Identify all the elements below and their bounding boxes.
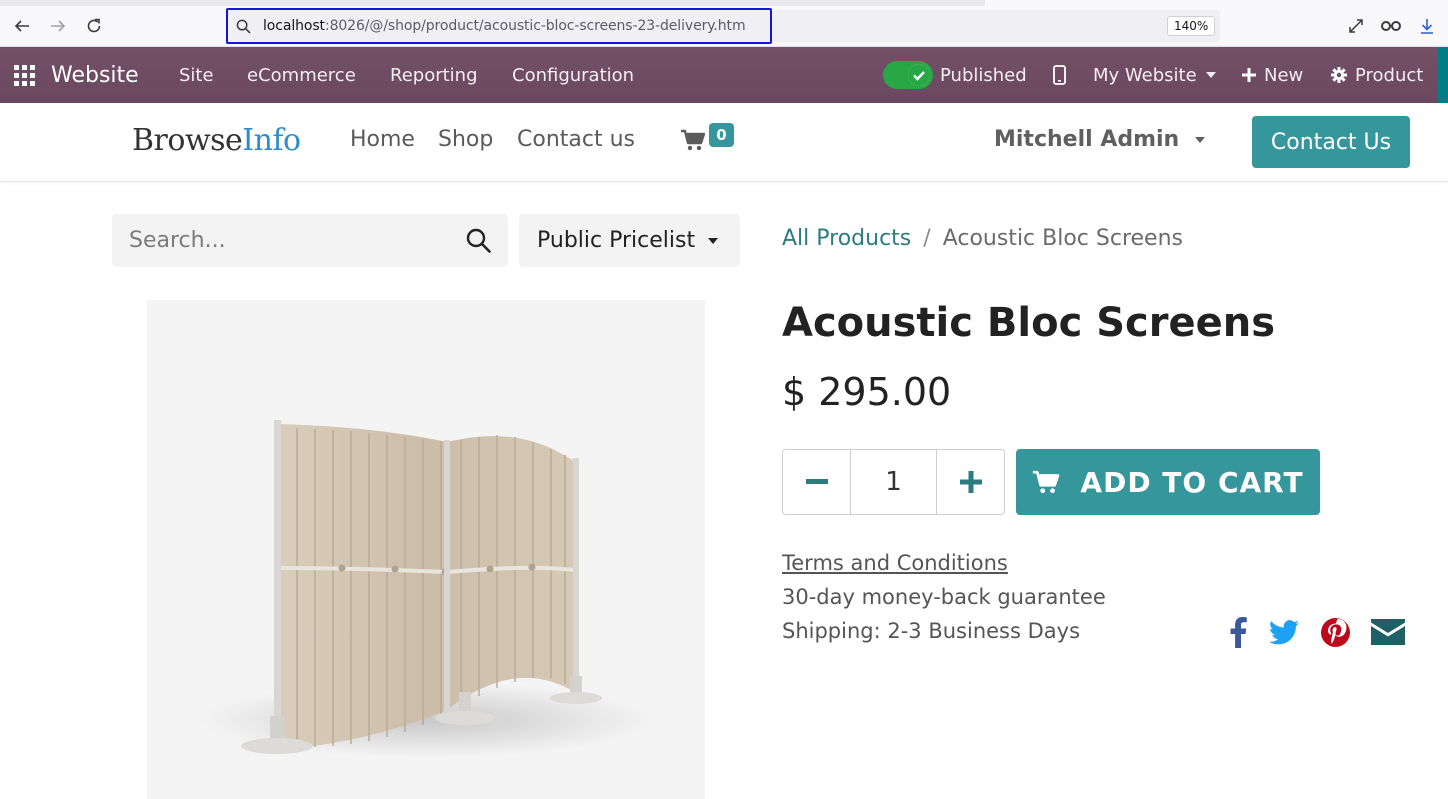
check-circle-icon: [908, 64, 930, 86]
menu-link-home[interactable]: Home: [350, 127, 415, 152]
back-arrow-icon[interactable]: [11, 15, 33, 37]
breadcrumb-separator: /: [923, 226, 931, 251]
terms-link[interactable]: Terms and Conditions: [782, 551, 1008, 575]
url-host: localhost: [263, 18, 325, 34]
url-text: localhost:8026/@/shop/product/acoustic-b…: [263, 18, 746, 34]
plus-icon: [959, 471, 982, 493]
forward-arrow-icon[interactable]: [47, 15, 69, 37]
logo-part-browse: Browse: [132, 123, 243, 158]
caret-down-icon: [708, 237, 719, 244]
browser-toolbar: localhost:8026/@/shop/product/acoustic-b…: [0, 0, 1448, 47]
nav-menu-reporting[interactable]: Reporting: [390, 47, 478, 103]
apps-menu-icon[interactable]: [14, 65, 35, 86]
quantity-input[interactable]: [851, 450, 936, 514]
shopping-cart-icon[interactable]: [681, 129, 706, 155]
reader-glasses-icon[interactable]: [1380, 15, 1402, 37]
download-icon[interactable]: [1416, 15, 1438, 37]
odoo-top-navbar: Website Site eCommerce Reporting Configu…: [0, 47, 1448, 103]
quantity-stepper: [782, 449, 1005, 515]
add-to-cart-label: ADD TO CART: [1080, 465, 1304, 499]
caret-down-icon: [1195, 136, 1206, 143]
caret-down-icon: [1205, 72, 1216, 78]
cart-count-badge[interactable]: 0: [709, 123, 734, 147]
envelope-icon[interactable]: [1370, 616, 1406, 648]
published-label[interactable]: Published: [940, 47, 1027, 103]
contact-us-button[interactable]: Contact Us: [1252, 116, 1410, 168]
new-button-label: New: [1264, 64, 1304, 86]
breadcrumb: All Products / Acoustic Bloc Screens: [782, 226, 1183, 251]
nav-menu-site[interactable]: Site: [179, 47, 214, 103]
app-name[interactable]: Website: [51, 47, 139, 103]
product-image[interactable]: [147, 300, 705, 799]
twitter-icon[interactable]: [1268, 616, 1300, 648]
navbar-edge-accent: [1438, 47, 1448, 103]
product-price: $ 295.00: [782, 370, 952, 414]
add-to-cart-button[interactable]: ADD TO CART: [1016, 449, 1320, 515]
published-toggle[interactable]: [883, 61, 933, 89]
product-button[interactable]: Product: [1331, 47, 1423, 103]
fullscreen-icon[interactable]: [1345, 15, 1367, 37]
search-icon[interactable]: [466, 228, 491, 257]
breadcrumb-all-products[interactable]: All Products: [782, 226, 911, 251]
guarantee-text: 30-day money-back guarantee: [782, 585, 1106, 609]
minus-icon: [805, 479, 828, 484]
facebook-icon[interactable]: [1228, 616, 1248, 648]
product-button-label: Product: [1355, 64, 1424, 86]
pricelist-selected: Public Pricelist: [537, 228, 696, 253]
user-name: Mitchell Admin: [994, 127, 1180, 152]
new-button[interactable]: New: [1242, 47, 1303, 103]
menu-link-shop[interactable]: Shop: [438, 127, 493, 152]
shopping-cart-icon: [1032, 470, 1060, 494]
breadcrumb-current: Acoustic Bloc Screens: [942, 226, 1183, 251]
pricelist-dropdown[interactable]: Public Pricelist: [519, 214, 740, 267]
url-path: :8026/@/shop/product/acoustic-bloc-scree…: [324, 18, 746, 34]
shipping-text: Shipping: 2-3 Business Days: [782, 619, 1081, 643]
website-switcher-label: My Website: [1093, 64, 1197, 86]
product-title: Acoustic Bloc Screens: [782, 300, 1276, 346]
mobile-preview-icon[interactable]: [1053, 47, 1066, 103]
brand-logo[interactable]: BrowseInfo: [132, 123, 301, 158]
gear-icon: [1331, 67, 1347, 83]
zoom-level-badge[interactable]: 140%: [1167, 16, 1216, 36]
pinterest-icon[interactable]: [1320, 616, 1350, 648]
nav-menu-configuration[interactable]: Configuration: [512, 47, 634, 103]
address-bar[interactable]: localhost:8026/@/shop/product/acoustic-b…: [226, 8, 772, 44]
tab-strip: [0, 0, 1448, 6]
user-menu[interactable]: Mitchell Admin: [994, 127, 1206, 152]
quantity-increase-button[interactable]: [936, 450, 1004, 514]
reload-icon[interactable]: [83, 15, 105, 37]
nav-menu-ecommerce[interactable]: eCommerce: [247, 47, 356, 103]
quantity-decrease-button[interactable]: [783, 450, 851, 514]
url-field-background: [772, 10, 1220, 42]
menu-link-contact[interactable]: Contact us: [517, 127, 635, 152]
search-icon: [236, 19, 251, 34]
plus-icon: [1242, 68, 1256, 82]
website-switcher[interactable]: My Website: [1093, 47, 1216, 103]
search-input[interactable]: [112, 214, 452, 267]
logo-part-info: Info: [242, 123, 301, 158]
product-search-box: [112, 214, 508, 267]
site-header: BrowseInfo Home Shop Contact us 0 Mitche…: [0, 103, 1448, 182]
